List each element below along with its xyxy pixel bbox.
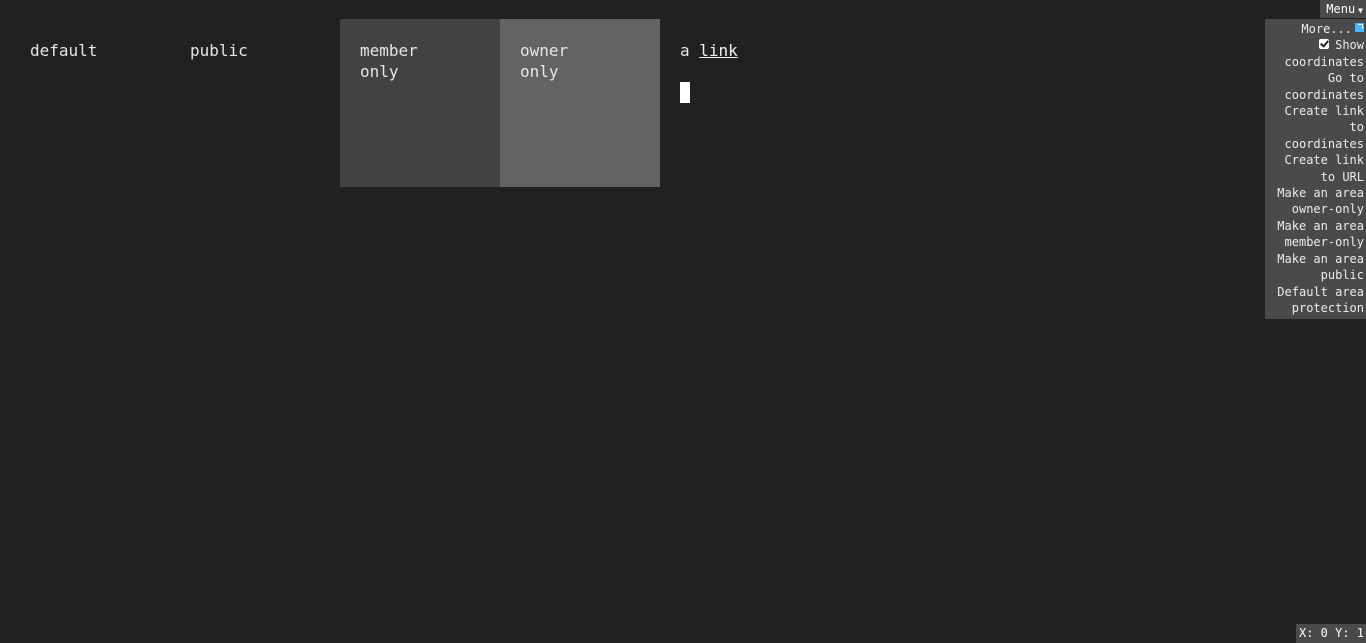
default-area-cell[interactable]: default (10, 19, 170, 187)
owner-only-area[interactable]: owner only (500, 19, 660, 187)
link-cell[interactable]: a link (660, 19, 820, 187)
menu-item-more-label: More... (1301, 22, 1352, 36)
menu-button-label: Menu (1326, 2, 1356, 16)
menu-button[interactable]: Menu ▼ (1320, 0, 1366, 18)
public-area-cell[interactable]: public (170, 19, 330, 187)
link-prefix-text: a (680, 41, 700, 60)
text-canvas[interactable]: default public member only owner only a … (0, 0, 1366, 643)
member-only-area[interactable]: member only (340, 19, 500, 187)
text-cursor (680, 82, 690, 103)
chevron-down-icon: ▼ (1358, 6, 1363, 15)
menu-item-create-link-to-url[interactable]: Create link to URL (1269, 152, 1364, 185)
menu-panel: More... Show coordinates Go to coordinat… (1265, 19, 1366, 319)
menu-item-create-link-to-coordinates[interactable]: Create link to coordinates (1269, 103, 1364, 152)
link[interactable]: link (699, 41, 738, 60)
coordinates-readout: X: 0 Y: 1 (1296, 624, 1366, 643)
public-area-text: public (190, 41, 248, 60)
menu-item-make-area-owner-only[interactable]: Make an area owner-only (1269, 185, 1364, 218)
menu-item-more[interactable]: More... (1269, 21, 1364, 37)
owner-only-text: owner only (520, 41, 569, 81)
menu-item-default-area-protection[interactable]: Default area protection (1269, 284, 1364, 317)
menu-item-show-coordinates[interactable]: Show coordinates (1269, 37, 1364, 70)
menu-item-make-area-public[interactable]: Make an area public (1269, 251, 1364, 284)
show-coordinates-checkbox[interactable] (1319, 39, 1330, 50)
default-area-text: default (30, 41, 98, 60)
member-only-text: member only (360, 41, 418, 81)
external-link-icon[interactable] (1355, 23, 1364, 32)
menu-item-go-to-coordinates[interactable]: Go to coordinates (1269, 70, 1364, 103)
menu-item-make-area-member-only[interactable]: Make an area member-only (1269, 218, 1364, 251)
